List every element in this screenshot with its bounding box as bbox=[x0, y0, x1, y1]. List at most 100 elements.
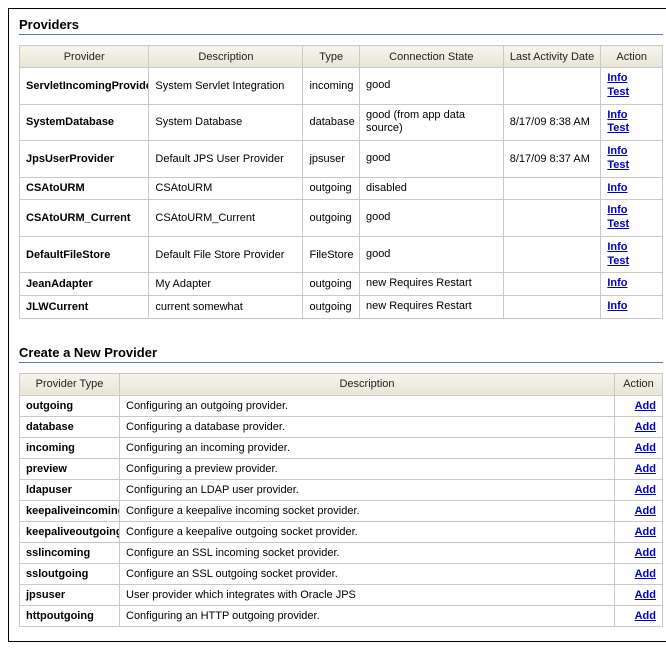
action-cell: Info bbox=[601, 177, 663, 200]
provider-type-cell: keepaliveoutgoing bbox=[20, 521, 120, 542]
action-cell: Info bbox=[601, 273, 663, 296]
connection-state: good bbox=[359, 68, 503, 105]
last-activity bbox=[503, 68, 601, 105]
add-cell: Add bbox=[615, 584, 663, 605]
action-cell: InfoTest bbox=[601, 236, 663, 273]
last-activity: 8/17/09 8:38 AM bbox=[503, 104, 601, 141]
add-cell: Add bbox=[615, 458, 663, 479]
providers-panel: Providers Provider Description Type Conn… bbox=[8, 8, 666, 642]
add-cell: Add bbox=[615, 437, 663, 458]
provider-desc: System Servlet Integration bbox=[149, 68, 303, 105]
provider-type-desc: User provider which integrates with Orac… bbox=[120, 584, 615, 605]
connection-state: good bbox=[359, 200, 503, 237]
provider-type: database bbox=[303, 104, 359, 141]
provider-name: JLWCurrent bbox=[20, 296, 149, 319]
col-action: Action bbox=[601, 46, 663, 68]
table-row: CSAtoURMCSAtoURMoutgoingdisabledInfo bbox=[20, 177, 663, 200]
provider-desc: Default JPS User Provider bbox=[149, 141, 303, 178]
provider-type: outgoing bbox=[303, 273, 359, 296]
table-row: ServletIncomingProviderSystem Servlet In… bbox=[20, 68, 663, 105]
action-cell: InfoTest bbox=[601, 68, 663, 105]
info-link[interactable]: Info bbox=[607, 145, 656, 159]
provider-name: JpsUserProvider bbox=[20, 141, 149, 178]
add-link[interactable]: Add bbox=[635, 505, 656, 517]
last-activity bbox=[503, 200, 601, 237]
provider-type-cell: httpoutgoing bbox=[20, 605, 120, 626]
provider-desc: CSAtoURM bbox=[149, 177, 303, 200]
connection-state: new Requires Restart bbox=[359, 273, 503, 296]
table-row: JLWCurrentcurrent somewhatoutgoingnew Re… bbox=[20, 296, 663, 319]
col-type: Type bbox=[303, 46, 359, 68]
col-provider: Provider bbox=[20, 46, 149, 68]
table-row: databaseConfiguring a database provider.… bbox=[20, 416, 663, 437]
col-last-activity: Last Activity Date bbox=[503, 46, 601, 68]
test-link[interactable]: Test bbox=[607, 122, 656, 136]
provider-type: incoming bbox=[303, 68, 359, 105]
provider-type: outgoing bbox=[303, 177, 359, 200]
add-link[interactable]: Add bbox=[635, 610, 656, 622]
table-row: jpsuserUser provider which integrates wi… bbox=[20, 584, 663, 605]
col-create-action: Action bbox=[615, 373, 663, 395]
providers-table: Provider Description Type Connection Sta… bbox=[19, 45, 663, 319]
add-link[interactable]: Add bbox=[635, 547, 656, 559]
test-link[interactable]: Test bbox=[607, 159, 656, 173]
test-link[interactable]: Test bbox=[607, 255, 656, 269]
test-link[interactable]: Test bbox=[607, 86, 656, 100]
add-link[interactable]: Add bbox=[635, 589, 656, 601]
test-link[interactable]: Test bbox=[607, 218, 656, 232]
info-link[interactable]: Info bbox=[607, 241, 656, 255]
connection-state: disabled bbox=[359, 177, 503, 200]
info-link[interactable]: Info bbox=[607, 300, 656, 314]
provider-type-desc: Configure a keepalive outgoing socket pr… bbox=[120, 521, 615, 542]
last-activity bbox=[503, 236, 601, 273]
table-row: JeanAdapterMy Adapteroutgoingnew Require… bbox=[20, 273, 663, 296]
provider-type-cell: preview bbox=[20, 458, 120, 479]
table-row: SystemDatabaseSystem Databasedatabasegoo… bbox=[20, 104, 663, 141]
add-link[interactable]: Add bbox=[635, 400, 656, 412]
provider-type-desc: Configure a keepalive incoming socket pr… bbox=[120, 500, 615, 521]
info-link[interactable]: Info bbox=[607, 72, 656, 86]
provider-type-desc: Configure an SSL incoming socket provide… bbox=[120, 542, 615, 563]
provider-desc: Default File Store Provider bbox=[149, 236, 303, 273]
provider-type-cell: incoming bbox=[20, 437, 120, 458]
add-link[interactable]: Add bbox=[635, 421, 656, 433]
connection-state: good bbox=[359, 236, 503, 273]
connection-state: new Requires Restart bbox=[359, 296, 503, 319]
add-link[interactable]: Add bbox=[635, 568, 656, 580]
info-link[interactable]: Info bbox=[607, 277, 656, 291]
add-cell: Add bbox=[615, 542, 663, 563]
info-link[interactable]: Info bbox=[607, 182, 656, 196]
add-cell: Add bbox=[615, 500, 663, 521]
provider-desc: current somewhat bbox=[149, 296, 303, 319]
add-link[interactable]: Add bbox=[635, 442, 656, 454]
add-link[interactable]: Add bbox=[635, 484, 656, 496]
last-activity bbox=[503, 177, 601, 200]
provider-type-cell: database bbox=[20, 416, 120, 437]
add-cell: Add bbox=[615, 521, 663, 542]
table-row: DefaultFileStoreDefault File Store Provi… bbox=[20, 236, 663, 273]
provider-type-cell: sslincoming bbox=[20, 542, 120, 563]
provider-name: SystemDatabase bbox=[20, 104, 149, 141]
action-cell: InfoTest bbox=[601, 200, 663, 237]
action-cell: Info bbox=[601, 296, 663, 319]
info-link[interactable]: Info bbox=[607, 204, 656, 218]
divider bbox=[19, 34, 663, 35]
provider-type: outgoing bbox=[303, 296, 359, 319]
table-row: ldapuserConfiguring an LDAP user provide… bbox=[20, 479, 663, 500]
info-link[interactable]: Info bbox=[607, 109, 656, 123]
add-cell: Add bbox=[615, 479, 663, 500]
divider bbox=[19, 362, 663, 363]
add-link[interactable]: Add bbox=[635, 463, 656, 475]
col-connection-state: Connection State bbox=[359, 46, 503, 68]
connection-state: good bbox=[359, 141, 503, 178]
table-row: httpoutgoingConfiguring an HTTP outgoing… bbox=[20, 605, 663, 626]
provider-type-desc: Configuring an HTTP outgoing provider. bbox=[120, 605, 615, 626]
add-link[interactable]: Add bbox=[635, 526, 656, 538]
provider-desc: CSAtoURM_Current bbox=[149, 200, 303, 237]
add-cell: Add bbox=[615, 395, 663, 416]
last-activity: 8/17/09 8:37 AM bbox=[503, 141, 601, 178]
provider-type: jpsuser bbox=[303, 141, 359, 178]
provider-type-cell: ldapuser bbox=[20, 479, 120, 500]
provider-name: JeanAdapter bbox=[20, 273, 149, 296]
provider-type-desc: Configuring a database provider. bbox=[120, 416, 615, 437]
